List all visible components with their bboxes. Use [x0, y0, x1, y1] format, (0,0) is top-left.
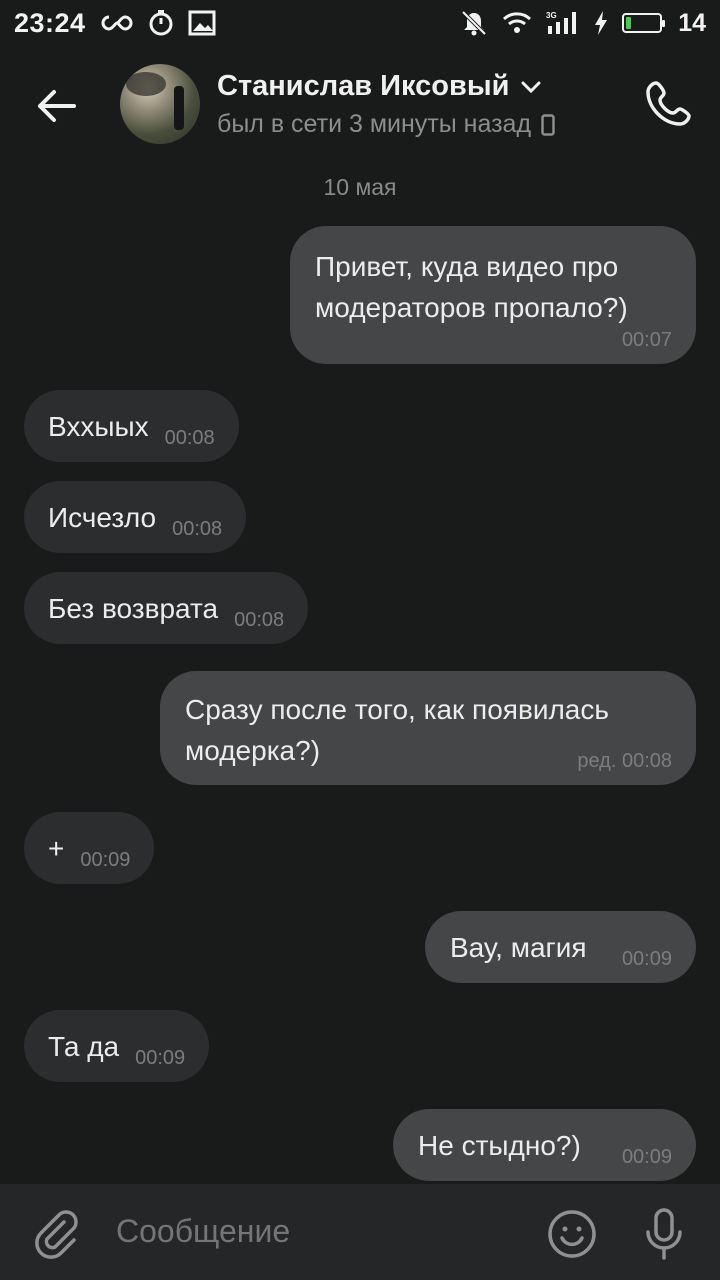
call-button[interactable]	[642, 78, 694, 130]
message-incoming[interactable]: Исчезло 00:08	[24, 481, 247, 553]
paperclip-icon	[35, 1210, 78, 1259]
message-text: Привет, куда видео про модераторов пропа…	[315, 251, 628, 323]
message-incoming[interactable]: Вххыых 00:08	[24, 390, 239, 462]
message-text: Без возврата	[48, 593, 219, 624]
attach-button[interactable]	[32, 1208, 84, 1260]
message-text: +	[48, 833, 65, 864]
voice-message-button[interactable]	[640, 1206, 688, 1262]
message-time: 00:08	[172, 518, 223, 540]
back-button[interactable]	[30, 82, 82, 130]
message-time: 00:07	[621, 329, 672, 351]
chat-header: Станислав Иксовый был в сети 3 минуты на…	[0, 46, 720, 162]
contact-status: был в сети 3 минуты назад	[217, 110, 555, 139]
last-seen-text: был в сети 3 минуты назад	[217, 110, 532, 138]
infinity-icon	[101, 15, 133, 31]
wifi-icon	[503, 12, 532, 33]
message-time: 00:08	[234, 609, 285, 631]
status-time: 23:24	[14, 7, 86, 38]
message-outgoing[interactable]: Сразу после того, как появилась модерка?…	[160, 671, 696, 785]
message-time: ред. 00:08	[577, 750, 672, 772]
message-composer	[0, 1184, 720, 1280]
microphone-icon	[646, 1208, 682, 1260]
message-input[interactable]	[114, 1212, 518, 1251]
message-time: 00:09	[135, 1047, 186, 1069]
avatar[interactable]	[120, 64, 200, 144]
message-outgoing[interactable]: Привет, куда видео про модераторов пропа…	[290, 226, 696, 364]
contact-name: Станислав Иксовый	[217, 70, 510, 102]
message-outgoing[interactable]: Вау, магия 00:09	[425, 911, 696, 983]
phone-icon	[646, 81, 691, 126]
arrow-left-icon	[38, 90, 76, 122]
message-text: Вххыых	[48, 411, 149, 442]
message-time: 00:08	[164, 427, 215, 449]
muted-bell-icon	[461, 10, 487, 36]
emoji-button[interactable]	[546, 1208, 598, 1260]
message-time: 00:09	[80, 849, 131, 871]
message-incoming[interactable]: +00:09	[24, 812, 155, 884]
message-text: Та да	[48, 1031, 120, 1062]
battery-icon	[622, 13, 666, 33]
status-bar: 23:24 3G 14	[0, 0, 720, 46]
message-time: 00:09	[621, 1146, 672, 1168]
timer-icon	[149, 10, 173, 36]
battery-level: 14	[678, 8, 706, 37]
signal-3g-icon: 3G	[546, 11, 577, 34]
svg-text:3G: 3G	[546, 11, 557, 20]
image-icon	[188, 10, 216, 36]
charging-icon	[595, 11, 608, 35]
message-incoming[interactable]: Без возврата 00:08	[24, 572, 309, 644]
message-incoming[interactable]: Та да 00:09	[24, 1010, 210, 1082]
message-time: 00:09	[621, 948, 672, 970]
contact-name-button[interactable]: Станислав Иксовый	[217, 70, 541, 103]
message-outgoing[interactable]: Не стыдно?) 00:09	[393, 1109, 696, 1181]
mobile-device-icon	[541, 113, 555, 136]
chevron-down-icon	[521, 81, 541, 93]
smiley-icon	[548, 1210, 596, 1258]
date-separator: 10 мая	[323, 174, 397, 200]
message-text: Исчезло	[48, 502, 157, 533]
